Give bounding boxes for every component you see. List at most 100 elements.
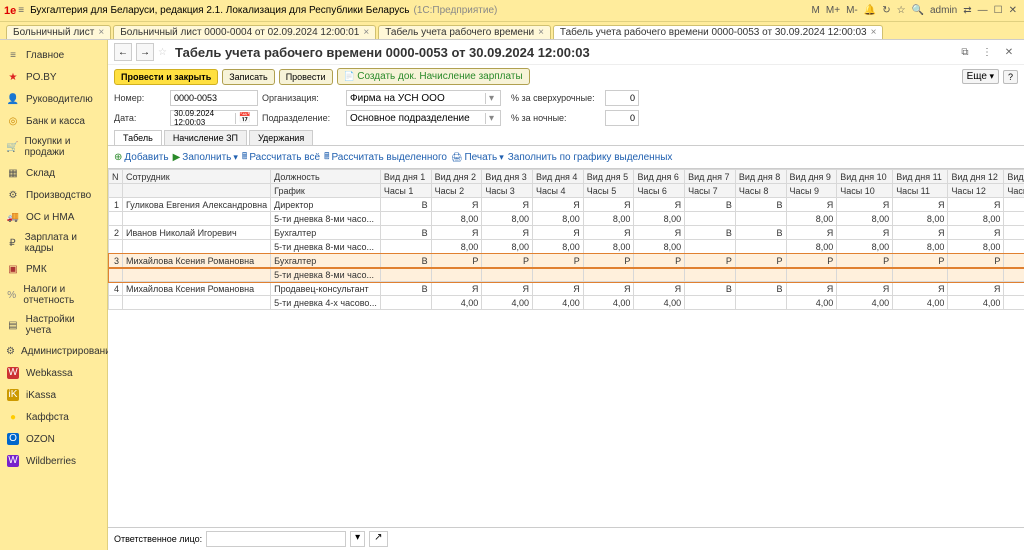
timesheet-table[interactable]: NСотрудникДолжностьВид дня 1Вид дня 2 Вид… [108,169,1024,310]
col-header[interactable]: Часы 5 [583,184,634,198]
close-icon[interactable]: × [538,27,544,38]
maximize-icon[interactable]: ☐ [994,5,1003,16]
inner-tab[interactable]: Табель [114,130,162,145]
window-tab[interactable]: Больничный лист× [6,25,111,39]
sidebar-item[interactable]: WWebkassa [0,362,107,384]
sidebar-item[interactable]: 🚚ОС и НМА [0,206,107,228]
popout-icon[interactable]: ⧉ [956,43,974,61]
search-icon[interactable]: 🔍 [912,5,924,16]
sidebar-item[interactable]: ▤Настройки учета [0,310,107,340]
bell-icon[interactable]: 🔔 [864,5,876,16]
col-header[interactable]: Вид дня 12 [948,170,1004,184]
star-icon[interactable]: ☆ [897,5,906,16]
col-header[interactable] [109,184,123,198]
history-icon[interactable]: ↻ [882,5,890,16]
col-header[interactable]: Часы 3 [482,184,533,198]
post-button[interactable]: Провести [279,69,333,85]
col-header[interactable]: График [271,184,381,198]
inner-tab[interactable]: Удержания [249,130,313,145]
night-input[interactable] [605,110,639,126]
sidebar-item[interactable]: ⚙Производство [0,184,107,206]
date-input[interactable]: 30.09.2024 12:00:03📅 [170,110,258,126]
save-button[interactable]: Записать [222,69,274,85]
col-header[interactable]: Должность [271,170,381,184]
overtime-input[interactable] [605,90,639,106]
mem-m[interactable]: M [812,5,820,16]
table-row[interactable]: 5-ти дневка 8-ми часо...8,008,008,008,00… [109,212,1024,226]
col-header[interactable]: Вид дня 9 [786,170,837,184]
col-header[interactable]: Часы 12 [948,184,1004,198]
sidebar-item[interactable]: ▣РМК [0,258,107,280]
help-button[interactable]: ? [1003,70,1018,84]
col-header[interactable]: Вид дня 8 [735,170,786,184]
mem-mplus[interactable]: M+ [826,5,840,16]
col-header[interactable]: Вид дня 1 [380,170,431,184]
col-header[interactable]: Часы 1 [380,184,431,198]
col-header[interactable]: Часы 7 [685,184,736,198]
table-row[interactable]: 5-ти дневка 8-ми часо...8,008,008,008,00… [109,240,1024,254]
col-header[interactable]: N [109,170,123,184]
chevron-down-icon[interactable]: ▾ [485,93,497,104]
close-icon[interactable]: × [871,27,877,38]
col-header[interactable]: Часы 9 [786,184,837,198]
col-header[interactable]: Вид дня 5 [583,170,634,184]
chevron-down-icon[interactable]: ▾ [485,113,497,124]
sync-icon[interactable]: ⇄ [963,5,971,16]
more-button[interactable]: Еще ▾ [962,69,999,84]
open-icon[interactable]: ↗ [369,531,387,547]
nav-back-button[interactable]: ← [114,43,132,61]
fill-button[interactable]: ▶ Заполнить ▾ [173,152,238,163]
col-header[interactable]: Вид дня 13 [1004,170,1024,184]
col-header[interactable]: Часы 8 [735,184,786,198]
timesheet-table-wrap[interactable]: NСотрудникДолжностьВид дня 1Вид дня 2 Вид… [108,169,1024,527]
sidebar-item[interactable]: iKiKassa [0,384,107,406]
col-header[interactable]: Вид дня 2 [431,170,482,184]
close-tab-icon[interactable]: ✕ [1000,43,1018,61]
sidebar-item[interactable]: WWildberries [0,450,107,472]
close-icon[interactable]: × [98,27,104,38]
sidebar-item[interactable]: OOZON [0,428,107,450]
sidebar-item[interactable]: ≡Главное [0,44,107,66]
mem-mminus[interactable]: M- [846,5,858,16]
window-tab[interactable]: Больничный лист 0000-0004 от 02.09.2024 … [113,25,376,39]
sidebar-item[interactable]: ▦Склад [0,162,107,184]
fill-sched-button[interactable]: Заполнить по графику выделенных [508,152,673,163]
table-row[interactable]: 4Михайлова Ксения РомановнаПродавец-конс… [109,282,1024,296]
sidebar-item[interactable]: 👤Руководителю [0,88,107,110]
col-header[interactable]: Часы 13 [1004,184,1024,198]
table-row[interactable]: 1Гуликова Евгения АлександровнаДиректорВ… [109,198,1024,212]
sidebar-item[interactable]: ●Каффста [0,406,107,428]
responsible-input[interactable] [206,531,346,547]
dept-combo[interactable]: Основное подразделение▾ [346,110,501,126]
sidebar-item[interactable]: ₽Зарплата и кадры [0,228,107,258]
number-input[interactable] [170,90,258,106]
table-row[interactable]: 5-ти дневка 4-х часово...4,004,004,004,0… [109,296,1024,310]
col-header[interactable]: Часы 11 [893,184,948,198]
sidebar-item[interactable]: ◎Банк и касса [0,110,107,132]
org-combo[interactable]: Фирма на УСН ООО▾ [346,90,501,106]
col-header[interactable]: Вид дня 7 [685,170,736,184]
col-header[interactable]: Сотрудник [123,170,271,184]
minimize-icon[interactable]: — [978,5,988,16]
recalc-sel-button[interactable]: 🖩 Рассчитать выделенного [324,149,447,165]
col-header[interactable]: Часы 6 [634,184,685,198]
nav-fwd-button[interactable]: → [136,43,154,61]
close-icon[interactable]: ✕ [1009,5,1017,16]
col-header[interactable]: Часы 10 [837,184,893,198]
table-row[interactable]: 5-ти дневка 8-ми часо... [109,268,1024,282]
recalc-all-button[interactable]: 🖩 Рассчитать всё [242,149,320,165]
sidebar-item[interactable]: %Налоги и отчетность [0,280,107,310]
sidebar-item[interactable]: ★PO.BY [0,66,107,88]
burger-icon[interactable]: ≡ [18,5,24,16]
user-label[interactable]: admin [930,5,957,16]
col-header[interactable]: Вид дня 11 [893,170,948,184]
table-row[interactable]: 2Иванов Николай ИгоревичБухгалтерВЯЯЯЯЯВ… [109,226,1024,240]
inner-tab[interactable]: Начисление ЗП [164,130,247,145]
favorite-icon[interactable]: ☆ [158,47,167,58]
print-button[interactable]: 🖨 Печать ▾ [451,152,504,163]
close-icon[interactable]: × [363,27,369,38]
col-header[interactable]: Часы 4 [533,184,584,198]
post-and-close-button[interactable]: Провести и закрыть [114,69,218,85]
window-tab[interactable]: Табель учета рабочего времени× [378,25,551,39]
add-row-button[interactable]: ⊕Добавить [114,152,169,163]
